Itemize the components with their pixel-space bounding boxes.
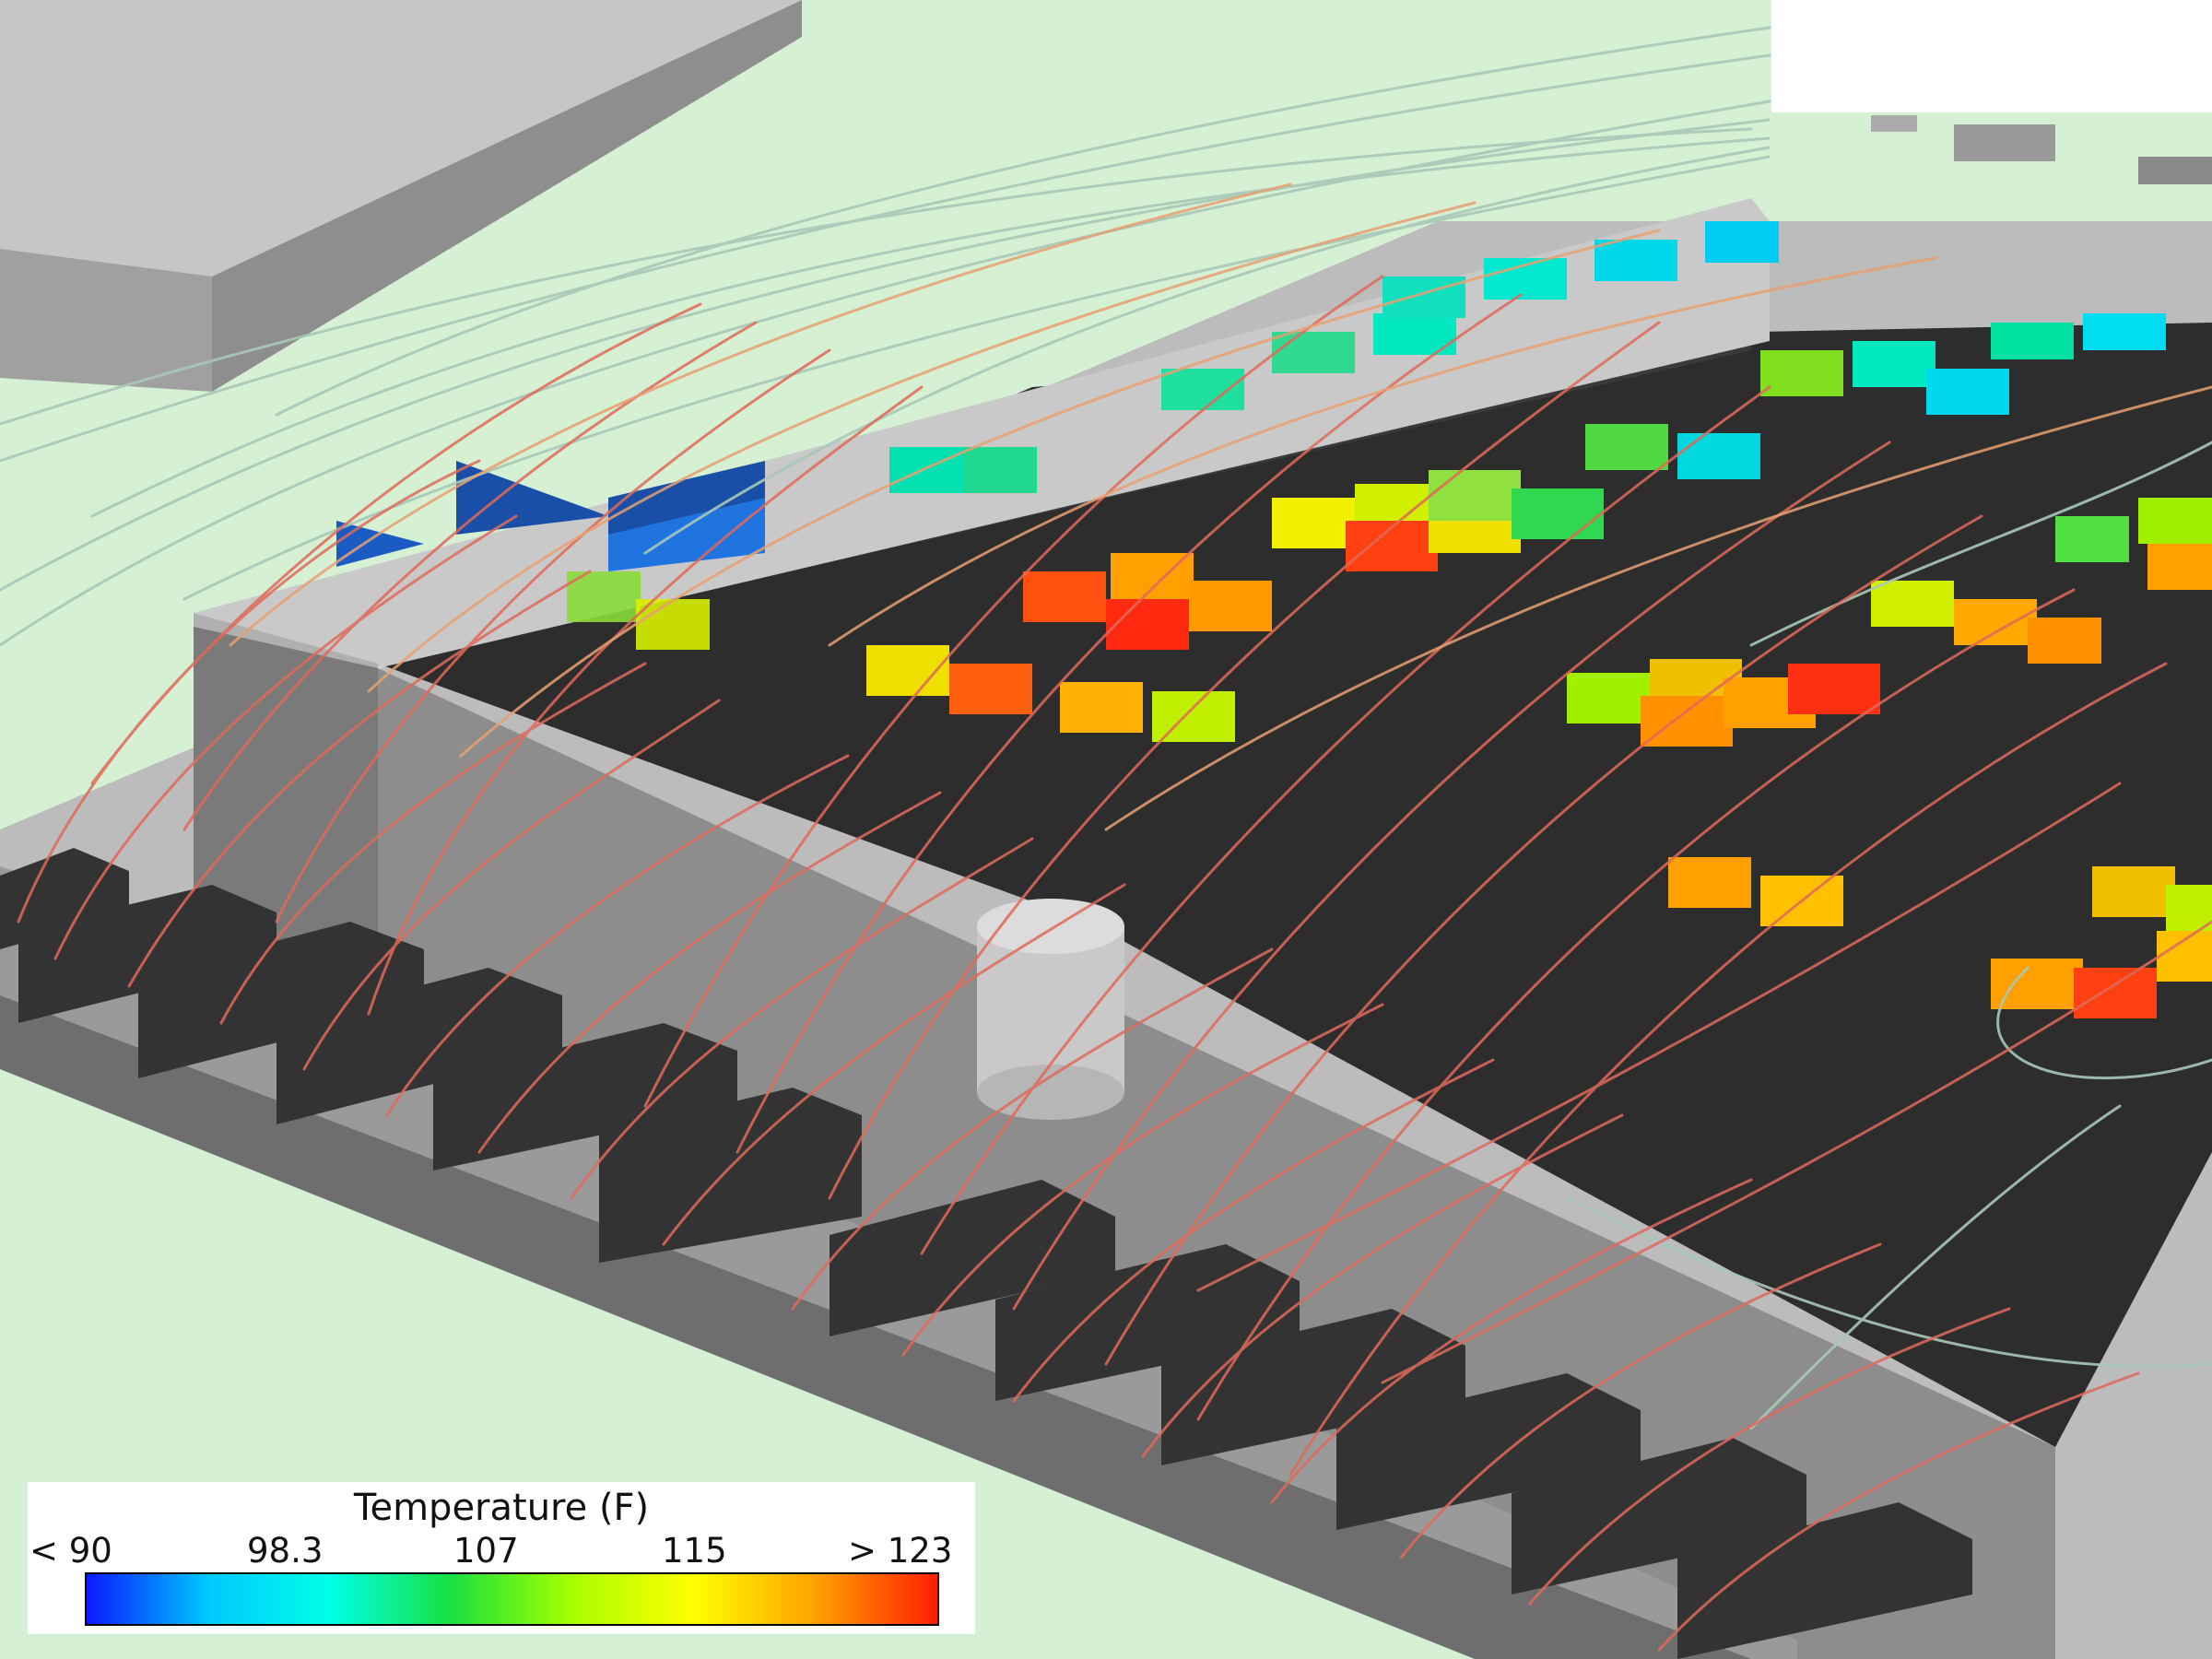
capacitor [977, 899, 1124, 1120]
legend-tick-2: 98.3 [247, 1531, 324, 1571]
legend-tick-3: 107 [453, 1531, 519, 1571]
thermal-simulation-view[interactable] [0, 0, 2212, 1659]
legend-tick-max: > 123 [848, 1531, 953, 1571]
legend-colorbar [85, 1572, 939, 1626]
inset-panel [1771, 0, 2212, 112]
legend-tick-4: 115 [662, 1531, 727, 1571]
temperature-legend: Temperature (F) < 90 98.3 107 115 > 123 [28, 1482, 975, 1634]
legend-title: Temperature (F) [353, 1487, 650, 1529]
legend-tick-min: < 90 [29, 1531, 112, 1571]
overhead-heatsink-block [0, 0, 802, 392]
